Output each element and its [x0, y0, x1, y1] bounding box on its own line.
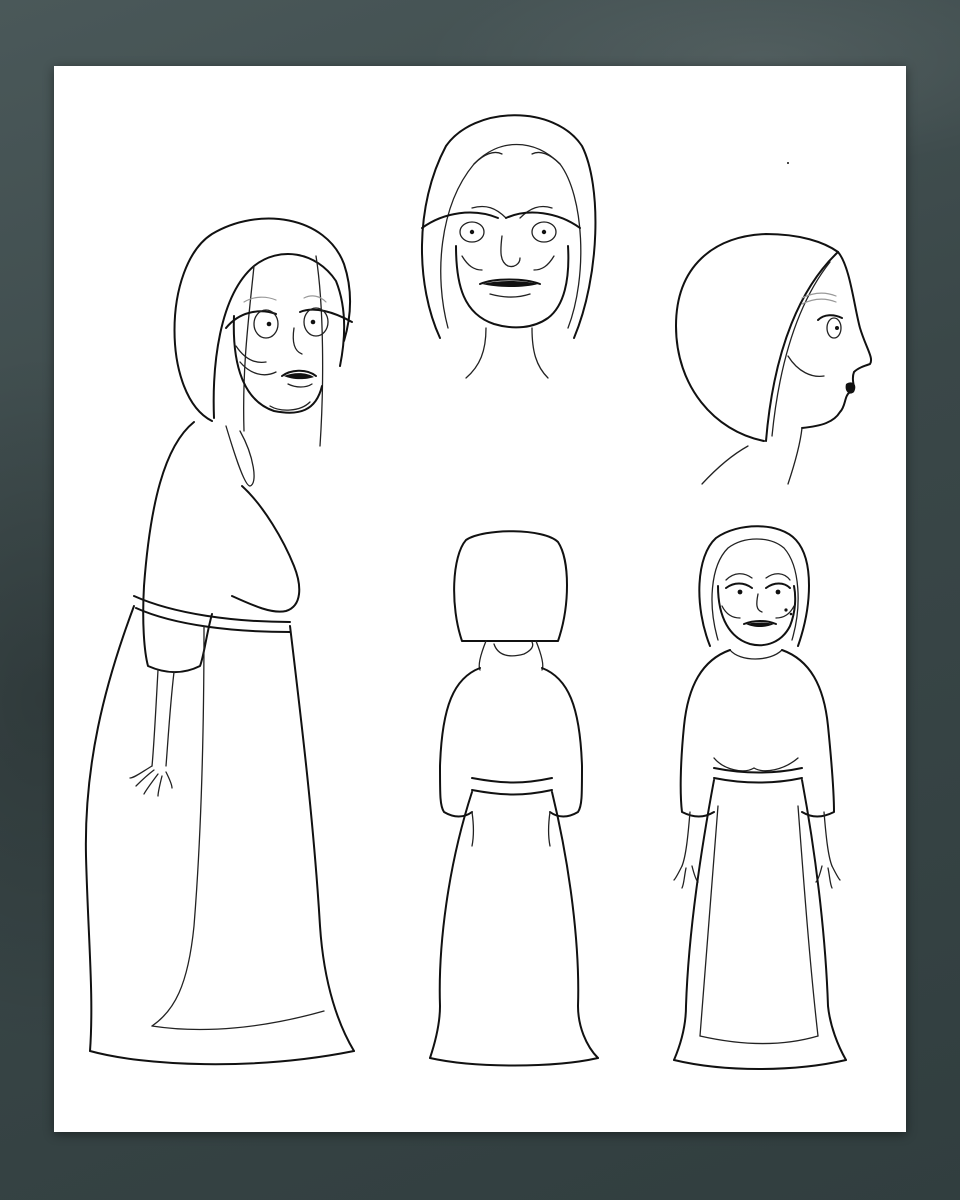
figure-head-front — [420, 114, 597, 379]
figure-head-profile — [675, 233, 872, 485]
character-turnaround-sheet — [54, 66, 906, 1132]
figure-full-body-front — [673, 525, 847, 1070]
pencil-dot — [787, 162, 789, 164]
figure-full-body-back — [429, 530, 599, 1067]
figure-full-body-three-quarter — [84, 217, 355, 1066]
character-sheet-drawing — [84, 114, 872, 1070]
